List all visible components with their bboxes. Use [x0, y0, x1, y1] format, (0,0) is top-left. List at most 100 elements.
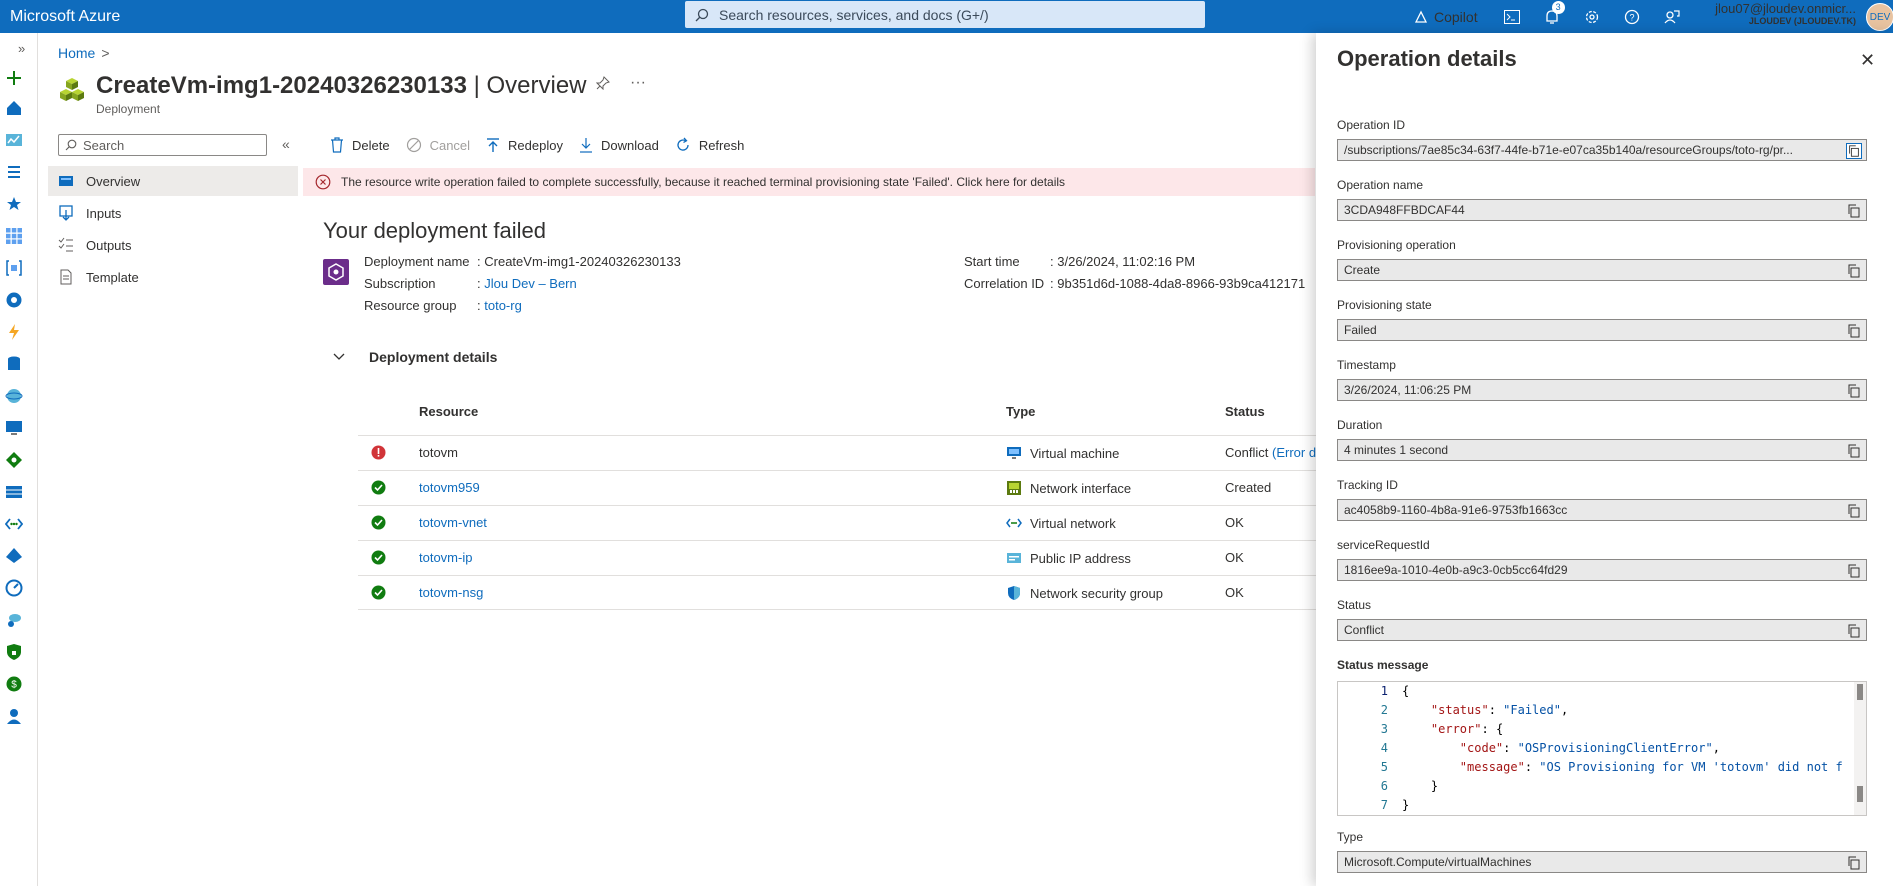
subscription-link[interactable]: Jlou Dev – Bern [484, 276, 577, 291]
pin-icon[interactable] [596, 76, 610, 90]
cosmos-db-icon[interactable] [5, 387, 23, 405]
line-number: 1 [1380, 684, 1388, 698]
expand-menu-icon[interactable]: » [18, 41, 36, 59]
nav-item-inputs[interactable]: Inputs [48, 198, 298, 228]
notification-badge: 3 [1551, 1, 1565, 14]
copy-icon[interactable] [1846, 143, 1862, 159]
copy-icon[interactable] [1846, 203, 1862, 219]
copy-icon[interactable] [1846, 563, 1862, 579]
nav-item-outputs[interactable]: Outputs [48, 230, 298, 260]
copy-icon[interactable] [1846, 323, 1862, 339]
field-label: Status [1337, 598, 1372, 612]
virtual-networks-icon[interactable] [5, 515, 23, 533]
resource-group-label: Resource group [364, 298, 457, 313]
duration-value[interactable]: 4 minutes 1 second [1337, 439, 1867, 461]
resource-type-label: Virtual machine [1030, 445, 1120, 461]
resource-name-link[interactable]: totovm-ip [419, 550, 472, 565]
brand-title[interactable]: Microsoft Azure [0, 8, 300, 26]
refresh-label: Refresh [698, 137, 745, 153]
defender-icon[interactable] [5, 643, 23, 661]
service-request-id-value[interactable]: 1816ee9a-1010-4e0b-a9c3-0cb5cc64fd29 [1337, 559, 1867, 581]
redeploy-button[interactable]: Redeploy [486, 137, 563, 153]
copy-icon[interactable] [1846, 383, 1862, 399]
cloud-shell-button[interactable] [1492, 0, 1532, 33]
top-icons: Copilot 3 ? [1400, 0, 1692, 33]
virtual-machines-icon[interactable] [5, 419, 23, 437]
dashboard-icon[interactable] [5, 131, 23, 149]
operation-name-value[interactable]: 3CDA948FFBDCAF44 [1337, 199, 1867, 221]
field-value: 1816ee9a-1010-4e0b-a9c3-0cb5cc64fd29 [1344, 563, 1568, 577]
global-search-input[interactable]: Search resources, services, and docs (G+… [685, 1, 1205, 28]
storage-accounts-icon[interactable] [5, 483, 23, 501]
copy-icon[interactable] [1846, 503, 1862, 519]
field-value: 4 minutes 1 second [1344, 443, 1449, 457]
status-value[interactable]: Conflict [1337, 619, 1867, 641]
resource-name-link[interactable]: totovm-vnet [419, 515, 487, 530]
copy-icon[interactable] [1846, 263, 1862, 279]
tracking-id-value[interactable]: ac4058b9-1160-4b8a-91e6-9753fb1663cc [1337, 499, 1867, 521]
type-value[interactable]: Microsoft.Compute/virtualMachines [1337, 851, 1867, 873]
load-balancers-icon[interactable] [5, 451, 23, 469]
more-options-icon[interactable]: ··· [630, 74, 646, 92]
resource-name-link[interactable]: totovm959 [419, 480, 480, 495]
nav-item-template[interactable]: Template [48, 262, 298, 292]
copy-icon[interactable] [1846, 855, 1862, 871]
deployment-details-toggle[interactable]: Deployment details [333, 349, 497, 365]
refresh-icon [677, 137, 689, 151]
refresh-button[interactable]: Refresh [675, 137, 745, 153]
column-header-status[interactable]: Status [1225, 404, 1265, 419]
help-button[interactable]: ? [1612, 0, 1652, 33]
status-message-code-editor[interactable]: 1 { 2 "status": "Failed", 3 "error": { 4… [1337, 681, 1867, 816]
tracking-id-field: Tracking ID ac4058b9-1160-4b8a-91e6-9753… [1337, 478, 1867, 521]
all-resources-icon[interactable] [5, 227, 23, 245]
provisioning-operation-value[interactable]: Create [1337, 259, 1867, 281]
operation-id-value[interactable]: /subscriptions/7ae85c34-63f7-44fe-b71e-e… [1337, 139, 1867, 161]
resource-name-link[interactable]: totovm-nsg [419, 585, 483, 600]
cost-management-icon[interactable]: $ [5, 675, 23, 693]
entra-id-icon[interactable] [5, 547, 23, 565]
code-scrollbar[interactable] [1854, 682, 1866, 815]
status-message-field: Status message [1337, 658, 1867, 675]
all-services-icon[interactable] [5, 163, 23, 181]
breadcrumb-home[interactable]: Home [58, 45, 95, 61]
error-banner[interactable]: The resource write operation failed to c… [303, 168, 1315, 196]
feedback-button[interactable] [1652, 0, 1692, 33]
favorites-icon[interactable] [5, 195, 23, 213]
deployment-cubes-icon [60, 78, 84, 101]
help-support-icon[interactable] [5, 707, 23, 725]
colon: : [1050, 276, 1054, 291]
copilot-button[interactable]: Copilot [1400, 9, 1492, 25]
scroll-thumb[interactable] [1857, 684, 1863, 700]
code-line: } [1402, 779, 1439, 793]
timestamp-value[interactable]: 3/26/2024, 11:06:25 PM [1337, 379, 1867, 401]
app-services-icon[interactable] [5, 291, 23, 309]
avatar[interactable]: DEV [1866, 3, 1893, 31]
breadcrumb-separator: > [101, 45, 110, 61]
scroll-thumb[interactable] [1857, 786, 1863, 802]
resource-groups-icon[interactable] [5, 259, 23, 277]
copy-icon[interactable] [1846, 443, 1862, 459]
home-icon[interactable] [5, 99, 23, 117]
delete-button[interactable]: Delete [330, 137, 390, 153]
cancel-button[interactable]: Cancel [406, 137, 470, 153]
create-resource-icon[interactable] [5, 69, 23, 87]
resource-group-link[interactable]: toto-rg [484, 298, 522, 313]
panel-title: Operation details [1337, 46, 1517, 71]
column-header-type[interactable]: Type [1006, 404, 1035, 419]
column-header-resource[interactable]: Resource [419, 404, 478, 419]
notifications-button[interactable]: 3 [1532, 0, 1572, 33]
collapse-menu-button[interactable]: « [282, 136, 290, 152]
provisioning-state-value[interactable]: Failed [1337, 319, 1867, 341]
menu-search-input[interactable]: Search [58, 134, 267, 156]
download-button[interactable]: Download [579, 137, 659, 153]
account-menu[interactable]: jlou07@jloudev.onmicr... JLOUDEV (JLOUDE… [1688, 1, 1856, 26]
error-details-link[interactable]: (Error d [1272, 445, 1316, 460]
sql-database-icon[interactable] [5, 355, 23, 373]
function-app-icon[interactable] [5, 323, 23, 341]
copy-icon[interactable] [1846, 623, 1862, 639]
nav-item-overview[interactable]: Overview [48, 166, 298, 196]
monitor-icon[interactable] [5, 579, 23, 597]
settings-button[interactable] [1572, 0, 1612, 33]
advisor-icon[interactable] [5, 611, 23, 629]
close-icon[interactable]: ✕ [1860, 50, 1875, 71]
